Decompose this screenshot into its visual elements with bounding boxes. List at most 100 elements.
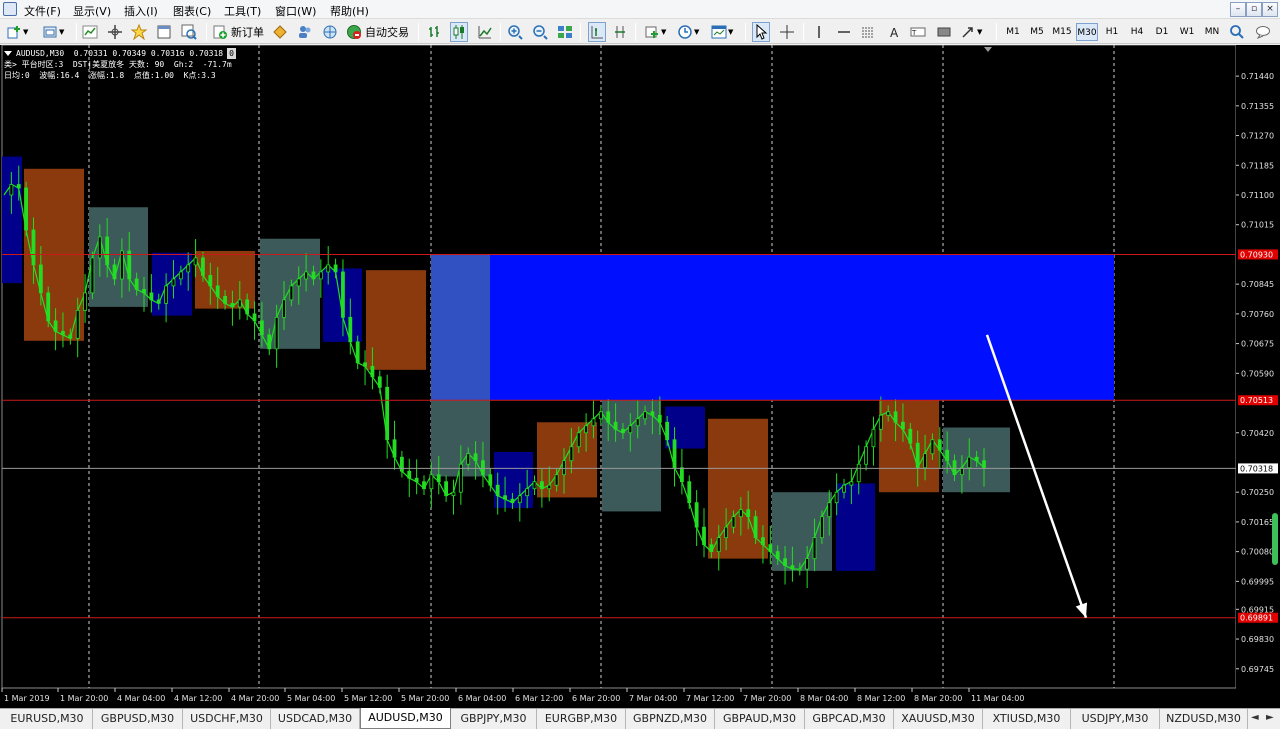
text-button[interactable]: A bbox=[886, 22, 902, 42]
restore-button[interactable]: ▫ bbox=[1246, 2, 1262, 17]
crosshair-button[interactable] bbox=[779, 22, 795, 42]
symbol-tab[interactable]: GBPAUD,M30 bbox=[715, 709, 805, 729]
market-watch-icon bbox=[82, 24, 98, 40]
trend-line-button[interactable] bbox=[860, 22, 876, 42]
new-order-button[interactable]: 新订单 bbox=[212, 22, 264, 42]
candle-body bbox=[724, 526, 729, 539]
rectangle-button[interactable] bbox=[936, 22, 952, 42]
symbol-tab[interactable]: GBPNZD,M30 bbox=[626, 709, 715, 729]
zoom-out-button[interactable] bbox=[532, 22, 548, 42]
candle-body bbox=[657, 414, 662, 423]
chevron-down-icon: ▼ bbox=[977, 28, 983, 36]
text-label-button[interactable]: T bbox=[910, 22, 926, 42]
tile-windows-button[interactable] bbox=[557, 22, 573, 42]
menu-help[interactable]: 帮助(H) bbox=[330, 3, 369, 19]
vertical-line-button[interactable] bbox=[811, 22, 827, 42]
chat-button[interactable] bbox=[1255, 22, 1271, 42]
timeframe-m15[interactable]: M15 bbox=[1051, 23, 1073, 41]
candle-body bbox=[864, 446, 869, 465]
collapse-triangle-icon[interactable] bbox=[4, 51, 12, 56]
symbol-tab[interactable]: AUDUSD,M30 bbox=[360, 708, 451, 729]
templates-button[interactable]: ▼ bbox=[711, 22, 733, 42]
symbol-tab[interactable]: XTIUSD,M30 bbox=[983, 709, 1071, 729]
timeframe-d1[interactable]: D1 bbox=[1151, 23, 1173, 41]
vertical-line-icon bbox=[811, 24, 827, 40]
symbol-tab[interactable]: USDCHF,M30 bbox=[183, 709, 271, 729]
navigator-button[interactable] bbox=[107, 22, 123, 42]
line-chart-button[interactable] bbox=[477, 22, 493, 42]
candle-body bbox=[819, 516, 824, 539]
price-chart[interactable]: 0.71440 0.71355 0.71270 0.71185 0.71100 0.710… bbox=[0, 45, 1280, 708]
indicators-button[interactable]: ▼ bbox=[644, 22, 666, 42]
menu-insert[interactable]: 插入(I) bbox=[124, 3, 158, 19]
symbol-tab[interactable]: USDCAD,M30 bbox=[271, 709, 360, 729]
horizontal-line-button[interactable] bbox=[836, 22, 852, 42]
time-tick-label: 1 Mar 20:00 bbox=[60, 694, 108, 703]
time-tick-label: 11 Mar 04:00 bbox=[971, 694, 1024, 703]
timeframe-mn[interactable]: MN bbox=[1201, 23, 1223, 41]
timeframe-w1[interactable]: W1 bbox=[1176, 23, 1198, 41]
tab-scroll-left-icon[interactable]: ◄ bbox=[1251, 712, 1259, 723]
rectangle-icon bbox=[936, 24, 952, 40]
candle-body bbox=[289, 285, 294, 301]
chart-shift-button[interactable] bbox=[588, 22, 606, 42]
search-button[interactable] bbox=[1229, 22, 1245, 42]
time-tick-label: 6 Mar 04:00 bbox=[458, 694, 506, 703]
symbol-tab[interactable]: GBPCAD,M30 bbox=[805, 709, 894, 729]
candle-body bbox=[215, 285, 220, 297]
menu-window[interactable]: 窗口(W) bbox=[275, 3, 316, 19]
periods-button[interactable]: ▼ bbox=[677, 22, 699, 42]
symbol-tab[interactable]: EURGBP,M30 bbox=[537, 709, 626, 729]
candlestick-button[interactable] bbox=[450, 22, 468, 42]
candle-body bbox=[797, 568, 802, 571]
symbol-tab[interactable]: XAUUSD,M30 bbox=[894, 709, 983, 729]
candle-body bbox=[974, 456, 979, 462]
metaeditor-button[interactable] bbox=[272, 22, 288, 42]
bar-chart-button[interactable] bbox=[427, 22, 443, 42]
price-tick-label: 0.70165 bbox=[1241, 518, 1274, 527]
timeframe-h4[interactable]: H4 bbox=[1126, 23, 1148, 41]
profiles-button[interactable]: ▼ bbox=[42, 22, 64, 42]
chart-window[interactable]: 0.71440 0.71355 0.71270 0.71185 0.71100 0.710… bbox=[0, 45, 1280, 708]
time-tick-label: 5 Mar 12:00 bbox=[344, 694, 392, 703]
timeframe-h1[interactable]: H1 bbox=[1101, 23, 1123, 41]
menu-view[interactable]: 显示(V) bbox=[73, 3, 111, 19]
time-tick-label: 8 Mar 04:00 bbox=[800, 694, 848, 703]
symbol-tab[interactable]: GBPUSD,M30 bbox=[93, 709, 183, 729]
symbol-tab[interactable]: EURUSD,M30 bbox=[2, 709, 93, 729]
chat-icon bbox=[1255, 24, 1271, 40]
star-icon bbox=[130, 23, 148, 41]
symbol-tab[interactable]: NZDUSD,M30 bbox=[1160, 709, 1248, 729]
chevron-down-icon: ▼ bbox=[661, 28, 667, 36]
cursor-button[interactable] bbox=[752, 22, 770, 42]
price-scale-handle[interactable] bbox=[1272, 513, 1278, 565]
minimize-button[interactable]: – bbox=[1230, 2, 1246, 17]
market-watch-button[interactable] bbox=[82, 22, 98, 42]
candle-body bbox=[665, 421, 670, 441]
menu-tools[interactable]: 工具(T) bbox=[224, 3, 261, 19]
menu-charts[interactable]: 图表(C) bbox=[173, 3, 211, 19]
arrows-button[interactable]: ▼ bbox=[960, 22, 982, 42]
candle-body bbox=[311, 271, 316, 280]
timeframe-m5[interactable]: M5 bbox=[1026, 23, 1048, 41]
clock-icon bbox=[677, 24, 693, 40]
terminal-button[interactable] bbox=[156, 22, 172, 42]
market-button[interactable] bbox=[322, 22, 338, 42]
auto-trading-button[interactable]: 自动交易 bbox=[346, 22, 409, 42]
candle-body bbox=[112, 264, 117, 280]
timeframe-m30[interactable]: M30 bbox=[1076, 23, 1098, 41]
favorites-button[interactable] bbox=[130, 22, 148, 42]
zoom-in-button[interactable] bbox=[507, 22, 523, 42]
auto-scroll-button[interactable] bbox=[612, 22, 628, 42]
symbol-tab[interactable]: USDJPY,M30 bbox=[1071, 709, 1160, 729]
new-chart-button[interactable]: ▼ bbox=[6, 22, 28, 42]
candle-body bbox=[31, 229, 36, 266]
close-button[interactable]: × bbox=[1262, 2, 1278, 17]
tab-scroll-right-icon[interactable]: ► bbox=[1266, 712, 1274, 723]
timeframe-m1[interactable]: M1 bbox=[1002, 23, 1024, 41]
signals-button[interactable] bbox=[297, 22, 313, 42]
menu-file[interactable]: 文件(F) bbox=[24, 3, 61, 19]
candle-body bbox=[407, 470, 412, 479]
strategy-tester-button[interactable] bbox=[181, 22, 197, 42]
symbol-tab[interactable]: GBPJPY,M30 bbox=[451, 709, 537, 729]
